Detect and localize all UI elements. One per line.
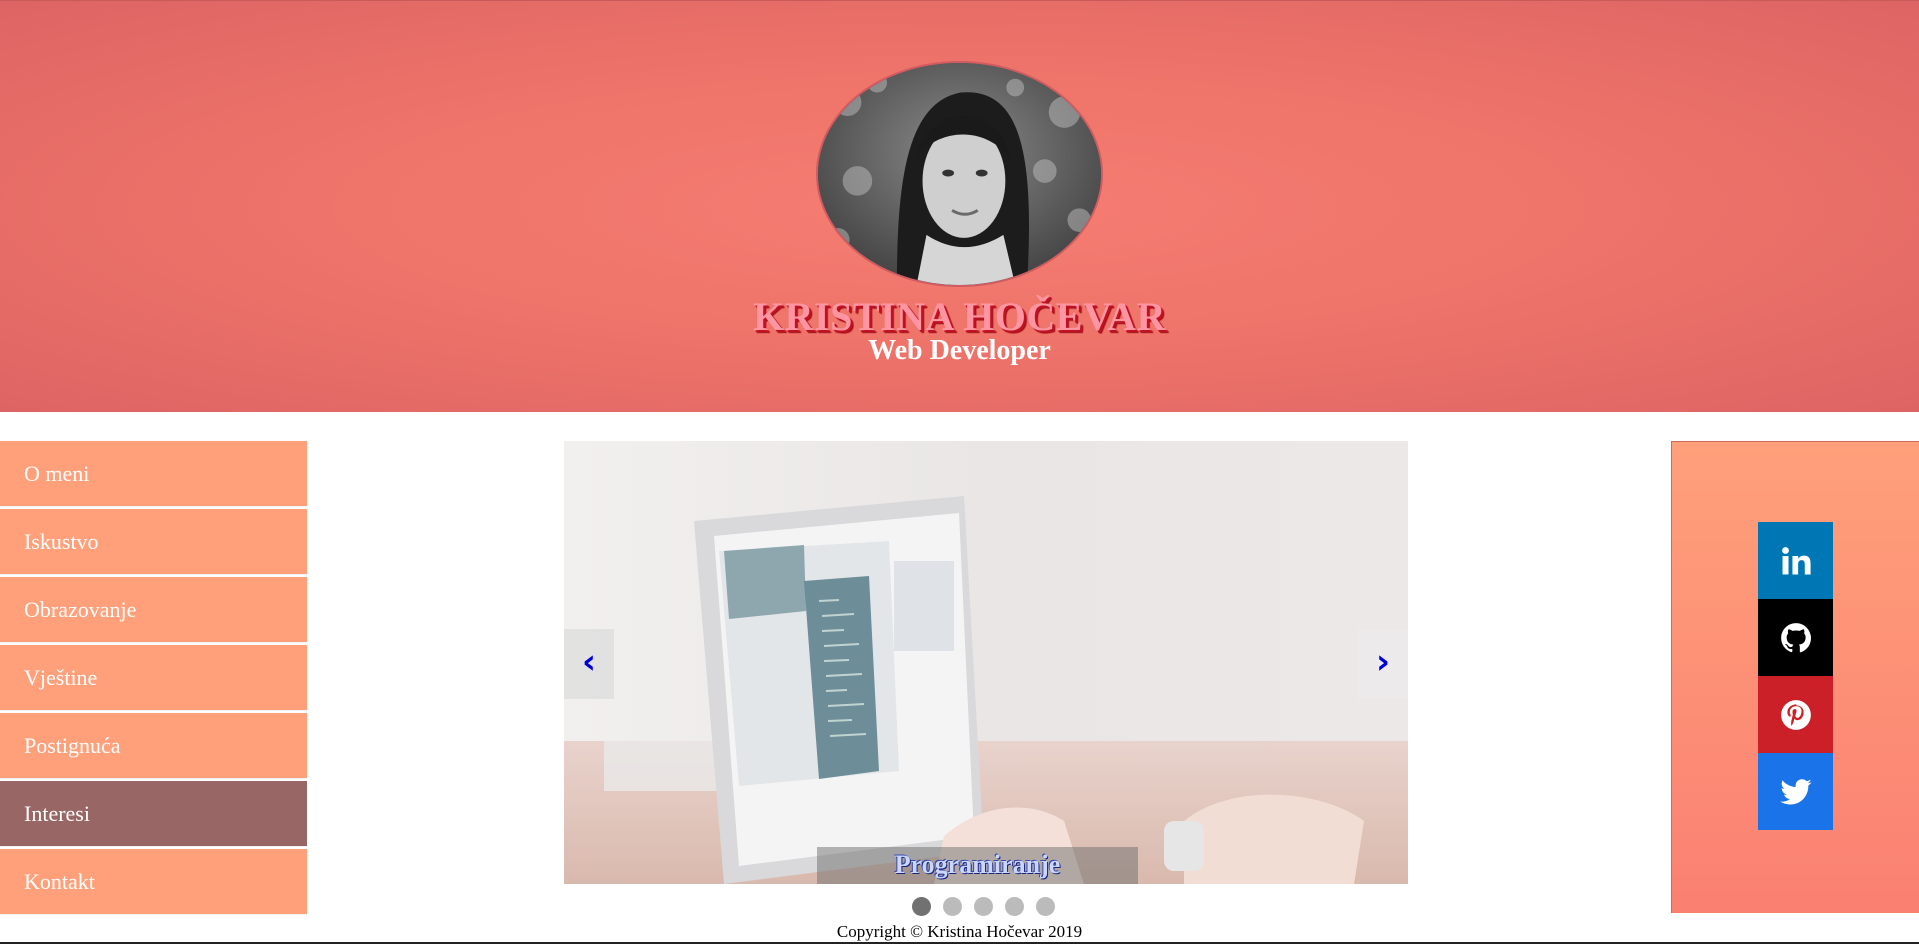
sidebar-item-o-meni[interactable]: O meni bbox=[0, 441, 307, 507]
pinterest-link[interactable] bbox=[1758, 676, 1833, 753]
github-link[interactable] bbox=[1758, 599, 1833, 676]
sidebar-item-iskustvo[interactable]: Iskustvo bbox=[0, 509, 307, 575]
linkedin-link[interactable] bbox=[1758, 522, 1833, 599]
sidebar-item-kontakt[interactable]: Kontakt bbox=[0, 849, 307, 915]
slide-caption: Programiranje bbox=[817, 847, 1138, 884]
slider-prev-button[interactable]: ‹ bbox=[564, 629, 614, 699]
github-icon bbox=[1780, 622, 1811, 652]
slider-dots bbox=[912, 897, 1067, 917]
slider-dot-4[interactable] bbox=[1005, 897, 1024, 916]
profile-photo-image bbox=[818, 63, 1101, 285]
slider-dot-1[interactable] bbox=[912, 897, 931, 916]
sidebar-item-vjestine[interactable]: Vještine bbox=[0, 645, 307, 711]
linkedin-icon bbox=[1781, 546, 1811, 574]
slider-next-button[interactable]: › bbox=[1358, 629, 1408, 699]
twitter-icon bbox=[1779, 778, 1812, 804]
sidebar-item-interesi[interactable]: Interesi bbox=[0, 781, 307, 847]
sidebar-item-postignuca[interactable]: Postignuća bbox=[0, 713, 307, 779]
twitter-link[interactable] bbox=[1758, 753, 1833, 830]
image-slider: ‹ › Programiranje bbox=[564, 441, 1408, 884]
page-header: KRISTINA HOČEVAR Web Developer bbox=[0, 0, 1919, 412]
pinterest-icon bbox=[1780, 699, 1811, 730]
profile-photo bbox=[816, 61, 1103, 287]
slider-dot-2[interactable] bbox=[943, 897, 962, 916]
sidebar-item-obrazovanje[interactable]: Obrazovanje bbox=[0, 577, 307, 643]
sidebar-nav: O meni Iskustvo Obrazovanje Vještine Pos… bbox=[0, 441, 307, 917]
slider-dot-3[interactable] bbox=[974, 897, 993, 916]
slide-image bbox=[564, 441, 1408, 884]
page-subtitle: Web Developer bbox=[868, 335, 1051, 366]
copyright-text: Copyright © Kristina Hočevar 2019 bbox=[836, 922, 1083, 941]
slider-dot-5[interactable] bbox=[1036, 897, 1055, 916]
